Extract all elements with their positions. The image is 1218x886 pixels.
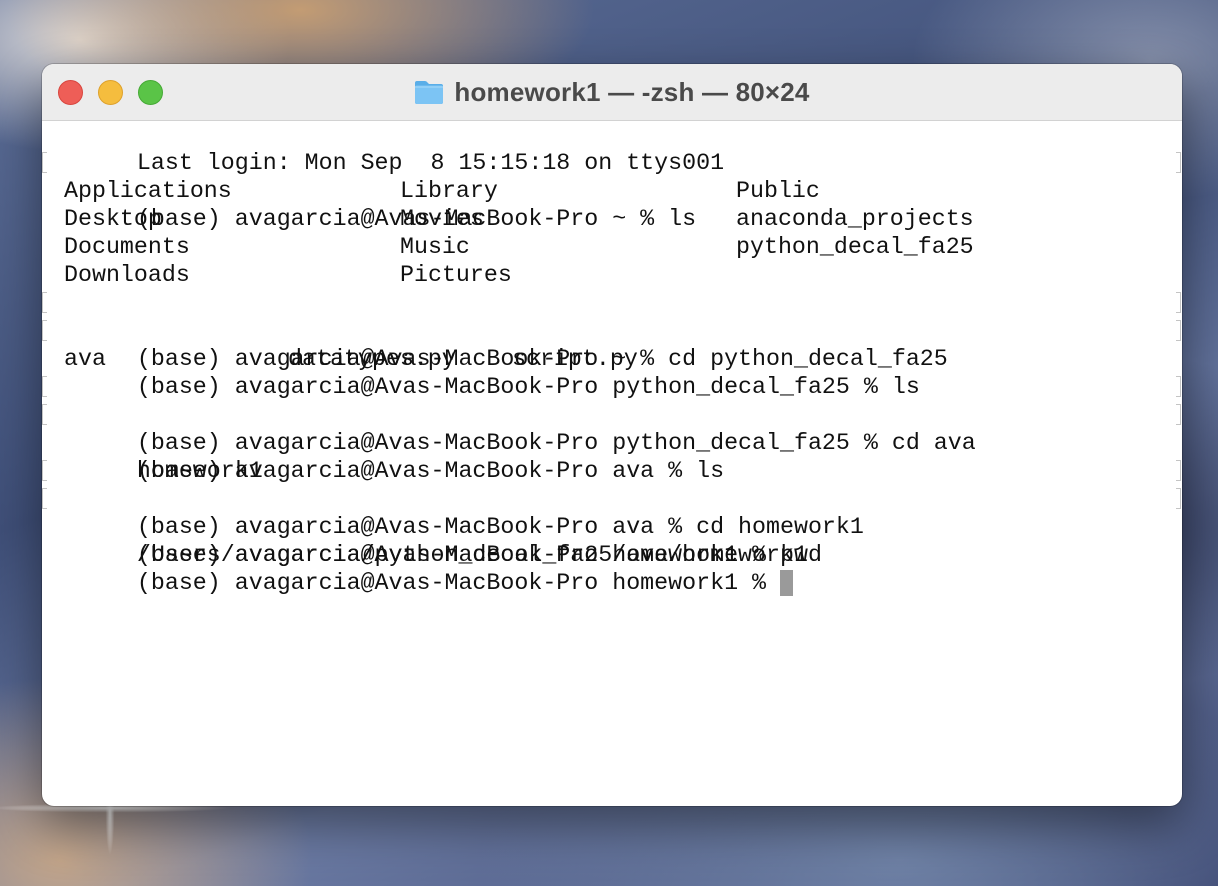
ls-output-row: homework1 bbox=[53, 429, 1182, 484]
title-bar[interactable]: homework1 — -zsh — 80×24 bbox=[42, 64, 1182, 121]
command-mark-right bbox=[1176, 404, 1181, 425]
window-title: homework1 — -zsh — 80×24 bbox=[454, 76, 810, 107]
ls-output-row: ava datatypes.py script.py bbox=[53, 345, 1182, 373]
terminal-line: (base) avagarcia@Avas-MacBook-Pro ava % … bbox=[42, 457, 1182, 540]
command-mark-left bbox=[42, 488, 47, 509]
terminal-line: (base) avagarcia@Avas-MacBook-Pro ava % … bbox=[42, 401, 1182, 484]
command-mark-right bbox=[1176, 488, 1181, 509]
terminal-line: (base) avagarcia@Avas-MacBook-Pro python… bbox=[42, 317, 1182, 400]
ls-entry: Library bbox=[400, 178, 498, 204]
command-mark-left bbox=[42, 292, 47, 313]
ls-output-row: Downloads Pictures bbox=[53, 261, 1182, 289]
terminal-line: (base) avagarcia@Avas-MacBook-Pro homewo… bbox=[42, 485, 1182, 568]
command-mark-left bbox=[42, 404, 47, 425]
terminal-line: (base) avagarcia@Avas-MacBook-Pro ~ % ls bbox=[42, 149, 1182, 232]
terminal-line: /Users/avagarcia/python_decal_fa25/ava/h… bbox=[53, 513, 1182, 568]
command-mark-right bbox=[1176, 320, 1181, 341]
ls-entry: Applications bbox=[64, 178, 232, 204]
ls-entry: Desktop bbox=[64, 206, 162, 232]
terminal-output-area[interactable]: Last login: Mon Sep 8 15:15:18 on ttys00… bbox=[42, 121, 1182, 806]
command-mark-left bbox=[42, 320, 47, 341]
text-cursor[interactable] bbox=[780, 570, 793, 596]
ls-entry: Music bbox=[400, 234, 470, 260]
terminal-line: (base) avagarcia@Avas-MacBook-Pro python… bbox=[42, 373, 1182, 456]
ls-entry: Downloads bbox=[64, 262, 190, 288]
current-prompt: (base) avagarcia@Avas-MacBook-Pro homewo… bbox=[136, 570, 780, 596]
ls-entry: datatypes.py bbox=[288, 346, 456, 372]
ls-entry: Pictures bbox=[400, 262, 512, 288]
ls-entry: anaconda_projects bbox=[736, 206, 974, 232]
ls-entry: Documents bbox=[64, 234, 190, 260]
ls-output-row: Desktop Movies anaconda_projects bbox=[53, 205, 1182, 233]
terminal-line: Last login: Mon Sep 8 15:15:18 on ttys00… bbox=[53, 121, 1182, 176]
command-mark-right bbox=[1176, 152, 1181, 173]
terminal-line: (base) avagarcia@Avas-MacBook-Pro ~ % cd… bbox=[42, 289, 1182, 372]
ls-entry: ava bbox=[64, 346, 106, 372]
command-mark-left bbox=[42, 376, 47, 397]
ls-entry: Public bbox=[736, 178, 820, 204]
command-mark-right bbox=[1176, 376, 1181, 397]
window-title-group: homework1 — -zsh — 80×24 bbox=[42, 64, 1182, 120]
command-mark-left bbox=[42, 460, 47, 481]
command-mark-left bbox=[42, 152, 47, 173]
ls-entry: python_decal_fa25 bbox=[736, 234, 974, 260]
command-mark-right bbox=[1176, 292, 1181, 313]
ls-output-row: Applications Library Public bbox=[53, 177, 1182, 205]
terminal-window[interactable]: homework1 — -zsh — 80×24 Last login: Mon… bbox=[42, 64, 1182, 806]
folder-icon bbox=[414, 79, 444, 105]
ls-entry: script.py bbox=[512, 346, 638, 372]
ls-output-row: Documents Music python_decal_fa25 bbox=[53, 233, 1182, 261]
command-mark-right bbox=[1176, 460, 1181, 481]
ls-entry: Movies bbox=[400, 206, 484, 232]
active-prompt-line[interactable]: (base) avagarcia@Avas-MacBook-Pro homewo… bbox=[53, 541, 1182, 596]
